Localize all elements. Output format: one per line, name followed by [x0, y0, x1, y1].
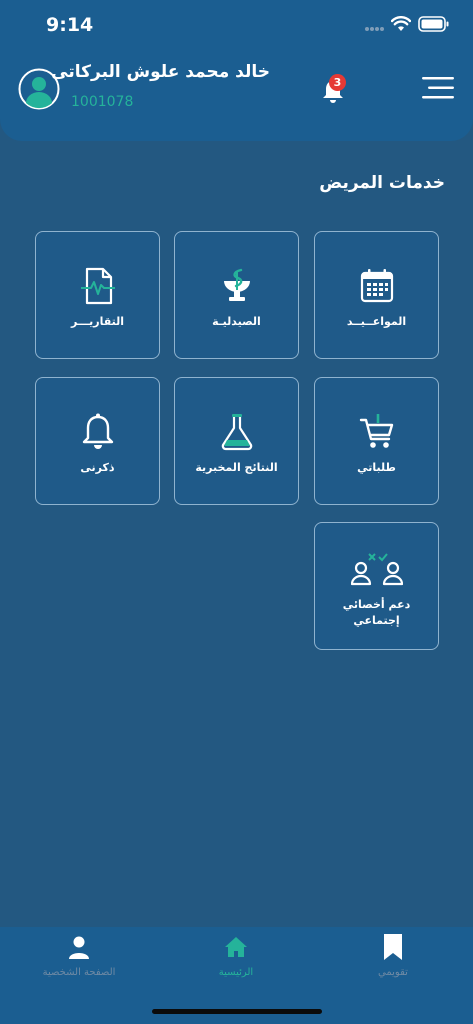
status-time: 9:14 [46, 14, 94, 36]
tile-label: النتائج المخبرية [195, 461, 278, 474]
wifi-icon [391, 16, 411, 31]
social-support-icon [351, 553, 403, 586]
appointments-tile[interactable]: المواعــيــد [314, 231, 439, 359]
lab-results-tile[interactable]: النتائج المخبرية [174, 377, 299, 505]
user-id: 1001078 [71, 94, 134, 110]
tile-label: طلباتي [357, 461, 396, 474]
header: 9:14 خالد محمد علوش البركاتى 1001078 3 [0, 0, 473, 141]
user-name: خالد محمد علوش البركاتى [51, 62, 270, 82]
nav-label: تقويمي [378, 967, 408, 978]
tile-label: المواعــيــد [346, 315, 407, 328]
status-bar: 9:14 [0, 0, 473, 50]
home-indicator [152, 1009, 322, 1014]
hamburger-menu-icon[interactable] [422, 76, 454, 100]
reports-tile[interactable]: التقاريـــر [35, 231, 160, 359]
calendar-icon [360, 269, 394, 303]
nav-item-calendar[interactable]: تقويمي [318, 927, 468, 997]
tile-label: الصيدليـة [212, 315, 261, 328]
pharmacy-icon [224, 268, 250, 301]
tile-label-line2: إجتماعي [353, 614, 400, 627]
social-support-tile[interactable]: دعم أخصائي إجتماعي [314, 522, 439, 650]
pharmacy-tile[interactable]: الصيدليـة [174, 231, 299, 359]
person-icon [69, 936, 89, 959]
bookmark-icon [384, 934, 402, 960]
tile-label: دعم أخصائي إجتماعي [319, 597, 434, 629]
my-orders-tile[interactable]: طلباتي [314, 377, 439, 505]
cart-icon [359, 414, 394, 448]
nav-item-profile[interactable]: الصفحة الشخصية [4, 927, 154, 997]
nav-label: الرئيسية [218, 967, 254, 978]
tile-label-line1: دعم أخصائي [342, 598, 411, 611]
notification-badge: 3 [329, 74, 346, 91]
tile-label: التقاريـــر [70, 315, 125, 328]
nav-label: الصفحة الشخصية [42, 967, 116, 978]
tile-label: ذكرنى [80, 461, 115, 474]
cellular-signal-icon [365, 27, 384, 31]
bell-icon [82, 413, 114, 449]
section-title: خدمات المريض [319, 173, 445, 193]
report-icon [81, 267, 115, 305]
remind-me-tile[interactable]: ذكرنى [35, 377, 160, 505]
battery-icon [418, 16, 449, 32]
home-icon [225, 937, 247, 957]
flask-icon [221, 414, 253, 451]
nav-item-home[interactable]: الرئيسية [161, 927, 311, 997]
